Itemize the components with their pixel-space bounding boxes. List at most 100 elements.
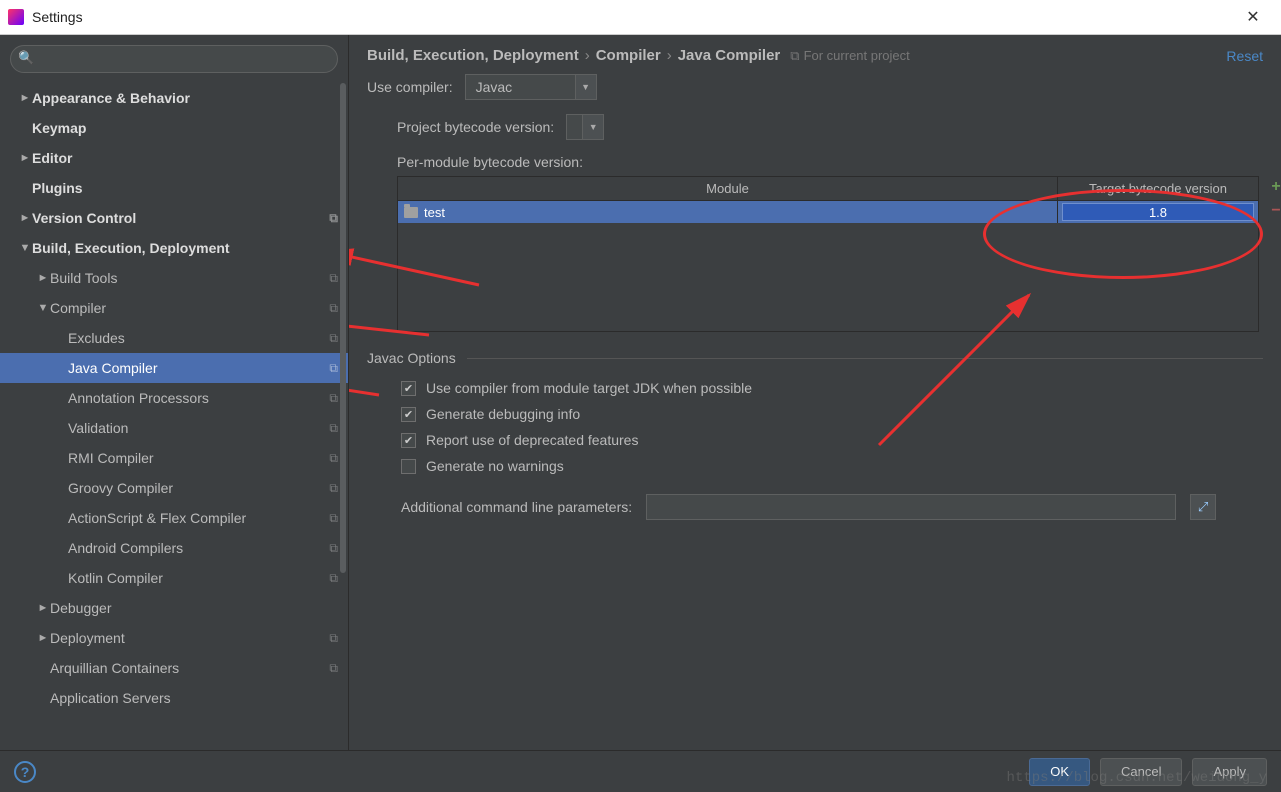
breadcrumb-2[interactable]: Compiler xyxy=(596,47,661,64)
copy-icon: ⧉ xyxy=(329,631,338,646)
copy-icon: ⧉ xyxy=(329,391,338,406)
tree-item-version-control[interactable]: ►Version Control⧉ xyxy=(0,203,348,233)
tree-item-label: Arquillian Containers xyxy=(50,660,329,676)
app-icon xyxy=(8,9,24,25)
breadcrumb-1[interactable]: Build, Execution, Deployment xyxy=(367,47,579,64)
copy-icon: ⧉ xyxy=(329,661,338,676)
per-module-bytecode-table[interactable]: Module Target bytecode version test xyxy=(397,176,1259,332)
column-target-bytecode: Target bytecode version xyxy=(1058,177,1258,200)
use-compiler-label: Use compiler: xyxy=(367,79,453,95)
additional-params-input[interactable] xyxy=(646,494,1176,520)
reset-link[interactable]: Reset xyxy=(1226,48,1263,64)
module-name: test xyxy=(424,205,445,220)
use-compiler-combo[interactable]: Javac ▼ xyxy=(465,74,597,100)
expand-params-button[interactable]: ⤢ xyxy=(1190,494,1216,520)
module-row[interactable]: test xyxy=(398,201,1258,223)
copy-icon: ⧉ xyxy=(329,301,338,316)
copy-icon: ⧉ xyxy=(329,271,338,286)
tree-item-editor[interactable]: ►Editor xyxy=(0,143,348,173)
tree-item-plugins[interactable]: Plugins xyxy=(0,173,348,203)
chk-no-warnings[interactable] xyxy=(401,459,416,474)
settings-search-input[interactable] xyxy=(10,45,338,73)
tree-item-label: Build Tools xyxy=(50,270,329,286)
chk-generate-debug-info-label: Generate debugging info xyxy=(426,406,580,422)
tree-item-label: Android Compilers xyxy=(68,540,329,556)
window-title-bar: Settings ✕ xyxy=(0,0,1281,35)
chevron-down-icon[interactable]: ▼ xyxy=(575,74,597,100)
tree-item-keymap[interactable]: Keymap xyxy=(0,113,348,143)
tree-item-label: Kotlin Compiler xyxy=(68,570,329,586)
breadcrumb: Build, Execution, Deployment › Compiler … xyxy=(349,35,1281,74)
tree-item-groovy-compiler[interactable]: Groovy Compiler⧉ xyxy=(0,473,348,503)
tree-item-build-execution-deployment[interactable]: ▼Build, Execution, Deployment xyxy=(0,233,348,263)
tree-arrow-icon: ▼ xyxy=(18,242,32,254)
remove-module-button[interactable]: − xyxy=(1267,202,1281,220)
tree-item-annotation-processors[interactable]: Annotation Processors⧉ xyxy=(0,383,348,413)
tree-item-label: Validation xyxy=(68,420,329,436)
tree-item-label: Annotation Processors xyxy=(68,390,329,406)
tree-item-actionscript-flex-compiler[interactable]: ActionScript & Flex Compiler⧉ xyxy=(0,503,348,533)
chk-generate-debug-info[interactable] xyxy=(401,407,416,422)
copy-icon: ⧉ xyxy=(329,421,338,436)
copy-icon: ⧉ xyxy=(329,571,338,586)
tree-item-android-compilers[interactable]: Android Compilers⧉ xyxy=(0,533,348,563)
tree-item-appearance-behavior[interactable]: ►Appearance & Behavior xyxy=(0,83,348,113)
tree-arrow-icon: ► xyxy=(36,602,50,614)
javac-options-title: Javac Options xyxy=(367,350,1263,366)
copy-icon: ⧉ xyxy=(329,331,338,346)
window-close-button[interactable]: ✕ xyxy=(1233,7,1273,27)
project-bytecode-label: Project bytecode version: xyxy=(397,119,554,135)
for-current-project-hint: ⧉ For current project xyxy=(790,48,910,64)
tree-item-java-compiler[interactable]: Java Compiler⧉ xyxy=(0,353,348,383)
chevron-down-icon[interactable]: ▼ xyxy=(582,114,604,140)
tree-item-debugger[interactable]: ►Debugger xyxy=(0,593,348,623)
tree-item-label: Version Control xyxy=(32,210,329,226)
tree-item-deployment[interactable]: ►Deployment⧉ xyxy=(0,623,348,653)
copy-icon: ⧉ xyxy=(329,451,338,466)
tree-item-compiler[interactable]: ▼Compiler⧉ xyxy=(0,293,348,323)
tree-item-application-servers[interactable]: Application Servers xyxy=(0,683,348,713)
chk-no-warnings-label: Generate no warnings xyxy=(426,458,564,474)
watermark: https://blog.csdn.net/weidong_y xyxy=(1007,770,1267,786)
tree-item-validation[interactable]: Validation⧉ xyxy=(0,413,348,443)
tree-item-rmi-compiler[interactable]: RMI Compiler⧉ xyxy=(0,443,348,473)
tree-item-label: Compiler xyxy=(50,300,329,316)
tree-item-label: Excludes xyxy=(68,330,329,346)
tree-item-arquillian-containers[interactable]: Arquillian Containers⧉ xyxy=(0,653,348,683)
tree-item-label: Plugins xyxy=(32,180,338,196)
sidebar-scrollbar[interactable] xyxy=(340,83,346,573)
tree-item-label: Groovy Compiler xyxy=(68,480,329,496)
tree-item-build-tools[interactable]: ►Build Tools⧉ xyxy=(0,263,348,293)
tree-item-label: RMI Compiler xyxy=(68,450,329,466)
column-module: Module xyxy=(398,177,1058,200)
tree-arrow-icon: ► xyxy=(36,632,50,644)
copy-icon: ⧉ xyxy=(329,541,338,556)
help-button[interactable]: ? xyxy=(14,761,36,783)
settings-tree[interactable]: ►Appearance & BehaviorKeymap►EditorPlugi… xyxy=(0,83,348,750)
additional-params-label: Additional command line parameters: xyxy=(401,499,632,515)
add-module-button[interactable]: + xyxy=(1267,178,1281,196)
tree-item-label: ActionScript & Flex Compiler xyxy=(68,510,329,526)
chk-report-deprecated-label: Report use of deprecated features xyxy=(426,432,638,448)
tree-item-label: Editor xyxy=(32,150,338,166)
copy-icon: ⧉ xyxy=(790,48,799,64)
tree-item-kotlin-compiler[interactable]: Kotlin Compiler⧉ xyxy=(0,563,348,593)
chk-report-deprecated[interactable] xyxy=(401,433,416,448)
tree-item-excludes[interactable]: Excludes⧉ xyxy=(0,323,348,353)
tree-item-label: Application Servers xyxy=(50,690,338,706)
module-icon xyxy=(404,207,418,218)
project-bytecode-combo[interactable]: ▼ xyxy=(566,114,604,140)
target-bytecode-input[interactable] xyxy=(1062,203,1254,221)
copy-icon: ⧉ xyxy=(329,211,338,226)
tree-item-label: Java Compiler xyxy=(68,360,329,376)
chk-use-module-jdk[interactable] xyxy=(401,381,416,396)
tree-arrow-icon: ► xyxy=(18,92,32,104)
tree-item-label: Debugger xyxy=(50,600,338,616)
tree-arrow-icon: ▼ xyxy=(36,302,50,314)
tree-item-label: Appearance & Behavior xyxy=(32,90,338,106)
tree-arrow-icon: ► xyxy=(36,272,50,284)
tree-item-label: Keymap xyxy=(32,120,338,136)
per-module-label: Per-module bytecode version: xyxy=(397,154,1263,170)
copy-icon: ⧉ xyxy=(329,511,338,526)
window-title: Settings xyxy=(32,9,1233,25)
